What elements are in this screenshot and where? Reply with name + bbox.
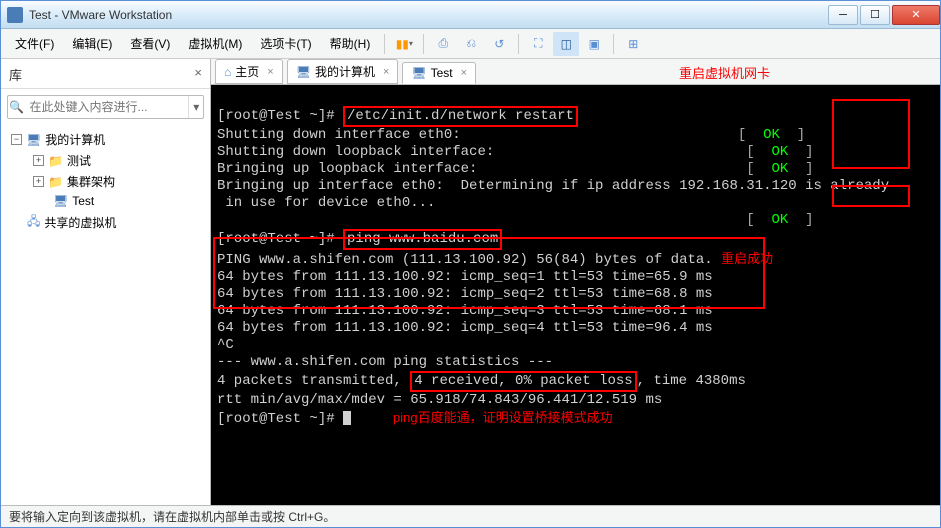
tree-label: 集群架构 xyxy=(67,173,115,190)
sidebar-title: 库 xyxy=(9,65,22,84)
sidebar-header: 库 × xyxy=(1,59,210,89)
status-text: 要将输入定向到该虚拟机，请在虚拟机内部单击或按 Ctrl+G。 xyxy=(9,508,335,525)
fullscreen-button[interactable]: ◫ xyxy=(553,32,579,56)
tree-label: 测试 xyxy=(67,152,91,169)
maximize-button[interactable]: ☐ xyxy=(860,5,890,25)
tree-node-test-folder[interactable]: + 📁 测试 xyxy=(5,150,206,171)
search-input[interactable] xyxy=(25,96,188,118)
tree-node-cluster[interactable]: + 📁 集群架构 xyxy=(5,171,206,192)
collapse-icon[interactable]: − xyxy=(11,134,22,145)
tab-bar: ⌂ 主页 × 🖥 我的计算机 × 🖥 Test × 重启虚拟机网卡 xyxy=(211,59,940,85)
tree-node-test-vm[interactable]: 🖥 Test xyxy=(5,192,206,210)
snapshot-manager-button[interactable]: ⎌ xyxy=(458,32,484,56)
menu-bar: 文件(F) 编辑(E) 查看(V) 虚拟机(M) 选项卡(T) 帮助(H) ▮▮… xyxy=(1,29,940,59)
revert-button[interactable]: ↺ xyxy=(486,32,512,56)
annotation-restart: 重启虚拟机网卡 xyxy=(679,63,770,82)
ping-line: 64 bytes from 111.13.100.92: icmp_seq=4 … xyxy=(217,320,713,336)
output-line: 4 packets transmitted, xyxy=(217,373,410,389)
ok-text: OK xyxy=(772,212,789,228)
cmd-network-restart: /etc/init.d/network restart xyxy=(343,106,578,127)
search-icon: 🔍 xyxy=(8,96,25,118)
revert-icon: ↺ xyxy=(494,37,504,51)
fit-icon: ⛶ xyxy=(534,36,542,51)
monitor-icon: 🖥 xyxy=(26,133,41,147)
tab-close-icon[interactable]: × xyxy=(267,66,273,78)
menu-file[interactable]: 文件(F) xyxy=(7,31,62,56)
vm-icon: 🖥 xyxy=(411,66,426,80)
expand-icon[interactable]: + xyxy=(33,155,44,166)
menu-tabs[interactable]: 选项卡(T) xyxy=(252,31,319,56)
prompt: [root@Test ~]# xyxy=(217,411,343,427)
shared-icon: 🖧 xyxy=(27,212,40,233)
close-button[interactable]: ✕ xyxy=(892,5,940,25)
library-tree: − 🖥 我的计算机 + 📁 测试 + 📁 集群架构 🖥 Test 🖧 共享的虚拟… xyxy=(1,125,210,505)
content-area: ⌂ 主页 × 🖥 我的计算机 × 🖥 Test × 重启虚拟机网卡 [root@… xyxy=(211,59,940,505)
sidebar-close-icon[interactable]: × xyxy=(194,65,202,84)
search-dropdown-icon[interactable]: ▾ xyxy=(188,96,203,118)
folder-icon: 📁 xyxy=(48,154,63,168)
annotation-ping-success: ping百度能通，证明设置桥接模式成功 xyxy=(393,410,613,425)
monitor-icon: 🖥 xyxy=(296,65,311,79)
output-line: Shutting down interface eth0: xyxy=(217,127,461,143)
redbox-ok-column xyxy=(832,99,910,169)
pause-icon: ▮▮ xyxy=(396,37,409,51)
pause-button[interactable]: ▮▮▾ xyxy=(391,32,417,56)
home-icon: ⌂ xyxy=(224,65,231,79)
thumbnail-button[interactable]: ⊞ xyxy=(620,32,646,56)
packet-loss: 4 received, 0% packet loss xyxy=(410,371,636,392)
ok-text: OK xyxy=(763,127,780,143)
tab-home[interactable]: ⌂ 主页 × xyxy=(215,59,283,84)
app-icon xyxy=(7,7,23,23)
redbox-ok-last xyxy=(832,185,910,207)
status-bar: 要将输入定向到该虚拟机，请在虚拟机内部单击或按 Ctrl+G。 xyxy=(1,505,940,527)
vm-icon: 🖥 xyxy=(53,194,68,208)
output-line: Bringing up loopback interface: xyxy=(217,161,477,177)
terminal[interactable]: [root@Test ~]# /etc/init.d/network resta… xyxy=(211,85,940,505)
tree-label: 共享的虚拟机 xyxy=(44,214,116,231)
tab-test[interactable]: 🖥 Test × xyxy=(402,62,476,84)
output-line: Shutting down loopback interface: xyxy=(217,144,494,160)
ctrl-c: ^C xyxy=(217,337,234,353)
fullscreen-icon: ◫ xyxy=(561,37,572,51)
tab-label: Test xyxy=(431,66,453,80)
menu-help[interactable]: 帮助(H) xyxy=(322,31,379,56)
output-line: in use for device eth0... xyxy=(217,195,435,211)
output-line: , time 4380ms xyxy=(637,373,746,389)
search-box: 🔍 ▾ xyxy=(7,95,204,119)
sidebar: 库 × 🔍 ▾ − 🖥 我的计算机 + 📁 测试 + 📁 集群架构 xyxy=(1,59,211,505)
thumbnail-icon: ⊞ xyxy=(628,37,638,51)
tree-label: Test xyxy=(72,194,94,208)
tab-close-icon[interactable]: × xyxy=(461,67,467,79)
ok-text: OK xyxy=(772,161,789,177)
camera-icon: ⎙ xyxy=(439,36,449,51)
title-bar: Test - VMware Workstation ─ ☐ ✕ xyxy=(1,1,940,29)
folder-icon: 📁 xyxy=(48,175,63,189)
fit-button[interactable]: ⛶ xyxy=(525,32,551,56)
tree-root-mypc[interactable]: − 🖥 我的计算机 xyxy=(5,129,206,150)
output-line: rtt min/avg/max/mdev = 65.918/74.843/96.… xyxy=(217,392,662,408)
unity-icon: ▣ xyxy=(589,37,600,51)
tab-mypc[interactable]: 🖥 我的计算机 × xyxy=(287,59,399,84)
tab-label: 主页 xyxy=(235,63,259,80)
snapshot-button[interactable]: ⎙ xyxy=(430,32,456,56)
expand-icon[interactable]: + xyxy=(33,176,44,187)
terminal-cursor xyxy=(343,411,351,425)
output-line: --- www.a.shifen.com ping statistics --- xyxy=(217,354,553,370)
menu-edit[interactable]: 编辑(E) xyxy=(64,31,120,56)
output-line: Bringing up interface eth0: Determining … xyxy=(217,178,889,194)
tree-node-shared[interactable]: 🖧 共享的虚拟机 xyxy=(5,210,206,235)
ok-text: OK xyxy=(772,144,789,160)
window-title: Test - VMware Workstation xyxy=(29,8,826,22)
prompt: [root@Test ~]# xyxy=(217,108,343,124)
redbox-ping-lines xyxy=(213,237,765,309)
tab-close-icon[interactable]: × xyxy=(383,66,389,78)
unity-button[interactable]: ▣ xyxy=(581,32,607,56)
minimize-button[interactable]: ─ xyxy=(828,5,858,25)
tab-label: 我的计算机 xyxy=(315,63,375,80)
menu-view[interactable]: 查看(V) xyxy=(122,31,178,56)
tree-label: 我的计算机 xyxy=(45,131,105,148)
snapshot-manager-icon: ⎌ xyxy=(467,36,477,51)
menu-vm[interactable]: 虚拟机(M) xyxy=(180,31,250,56)
